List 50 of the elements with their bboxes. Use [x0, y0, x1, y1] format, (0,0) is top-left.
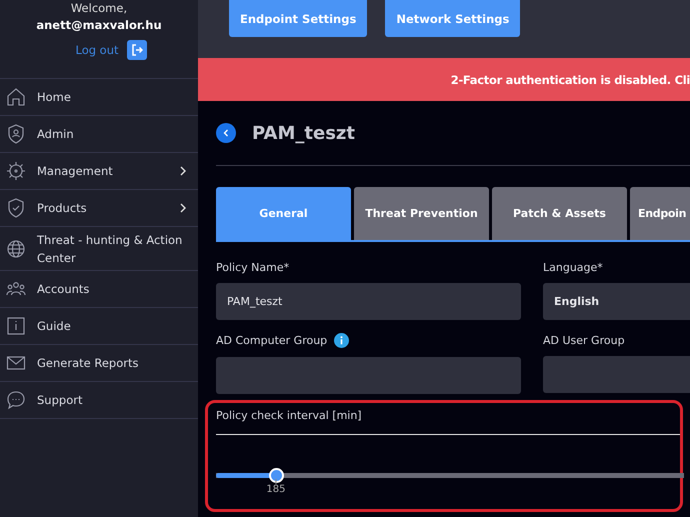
tab[interactable]: Endpoin	[630, 187, 690, 240]
back-icon[interactable]	[216, 123, 236, 143]
sidebar-item[interactable]: Threat - hunting & Action Center	[0, 227, 198, 271]
banner-text: 2-Factor authentication is disabled. Cli	[450, 72, 690, 86]
sidebar-item[interactable]: Generate Reports	[0, 345, 198, 382]
sidebar-item-label: Management	[37, 163, 114, 180]
globe-icon	[6, 238, 26, 258]
gear-icon	[6, 161, 26, 181]
home-icon	[6, 87, 26, 107]
sidebar-item[interactable]: Management	[0, 153, 198, 190]
field-label: Policy Name*	[216, 261, 290, 274]
input-field[interactable]: PAM_teszt	[216, 283, 521, 320]
field-value: PAM_teszt	[227, 295, 282, 308]
tab[interactable]: Patch & Assets	[492, 187, 627, 240]
sidebar-item-label: Accounts	[37, 281, 90, 298]
field-label: AD Computer Group	[216, 334, 328, 347]
shield-check-icon	[6, 198, 26, 218]
sidebar-item-label: Products	[37, 200, 88, 217]
logout-icon[interactable]	[126, 40, 147, 60]
info-icon[interactable]	[334, 333, 350, 348]
sidebar-item[interactable]: Accounts	[0, 271, 198, 308]
language-select[interactable]: English	[543, 283, 690, 320]
page-title: PAM_teszt	[252, 122, 355, 144]
tick-mark	[275, 479, 276, 484]
input-field[interactable]	[216, 357, 521, 394]
slider-thumb[interactable]	[268, 468, 284, 483]
user-email: anett@maxvalor.hu	[36, 18, 162, 32]
sidebar-item[interactable]: Products	[0, 190, 198, 227]
field-value: English	[554, 295, 600, 308]
sidebar-item-label: Generate Reports	[37, 355, 140, 372]
sidebar-item-label: Home	[37, 89, 72, 106]
sidebar-item[interactable]: Home	[0, 79, 198, 116]
chat-icon	[6, 390, 26, 410]
slider-value: 185	[266, 484, 286, 495]
field-label: Policy check interval [min]	[216, 409, 363, 422]
sidebar-item[interactable]: Support	[0, 382, 198, 419]
sidebar-item-label: Admin	[37, 126, 75, 143]
logout-link[interactable]: Log out	[75, 43, 119, 57]
info-icon	[6, 316, 26, 336]
welcome-text: Welcome,	[70, 1, 128, 15]
sidebar-item-label: Guide	[37, 318, 72, 335]
sidebar-item-label: Support	[37, 392, 84, 409]
sidebar-item[interactable]: Admin	[0, 116, 198, 153]
field-label: AD User Group	[543, 334, 626, 347]
sidebar-item-label: Threat - hunting & Action Center	[37, 232, 184, 266]
field-label: Language*	[543, 261, 604, 274]
user-shield-icon	[6, 124, 26, 144]
input-field[interactable]	[543, 356, 690, 393]
sidebar-item[interactable]: Guide	[0, 308, 198, 345]
tab[interactable]: Threat Prevention	[354, 187, 489, 240]
